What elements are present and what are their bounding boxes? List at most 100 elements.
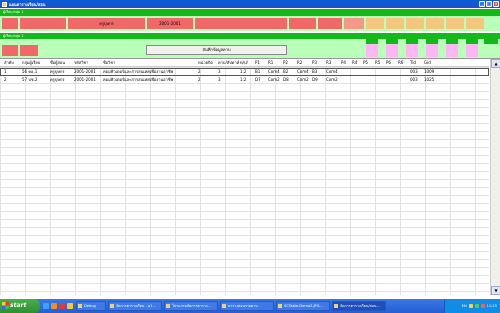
year-text: 2001-2001 bbox=[159, 21, 181, 26]
column-header[interactable]: R4 bbox=[352, 59, 357, 67]
table-cell: B2 bbox=[283, 69, 289, 74]
table-cell: D7 bbox=[255, 77, 261, 82]
teacher-cell[interactable]: ครูบุษกร bbox=[68, 18, 145, 29]
network-icon[interactable] bbox=[474, 304, 479, 308]
window-controls: _ □ x bbox=[479, 1, 499, 7]
slot-block[interactable] bbox=[426, 18, 444, 29]
security-icon[interactable] bbox=[480, 304, 485, 308]
table-row[interactable]: 2 57 บช.2 ครูบุษกร 2001-2001 คอมพิวเตอร์และส… bbox=[0, 76, 489, 84]
table-cell: 1:2 bbox=[240, 77, 247, 82]
task-label: จัดการตารางเรียน - p1... bbox=[116, 304, 156, 308]
column-header[interactable]: Tid bbox=[410, 59, 416, 67]
table-cell: Com2 bbox=[326, 77, 338, 82]
slot-block[interactable] bbox=[20, 18, 66, 29]
column-header[interactable]: P2 bbox=[283, 59, 288, 67]
slot-block[interactable] bbox=[466, 18, 484, 29]
table-cell: 1:2 bbox=[240, 69, 247, 74]
close-button[interactable]: x bbox=[493, 1, 499, 7]
column-header[interactable]: P6 bbox=[386, 59, 391, 67]
task-label: โปรแกรมจัดการตาราง... bbox=[172, 304, 211, 308]
taskbar-item-3[interactable]: โปรแกรมจัดการตาราง... bbox=[164, 301, 218, 311]
column-header[interactable]: ชื่อวิชา bbox=[103, 59, 115, 67]
slot-block[interactable] bbox=[406, 18, 424, 29]
status-square bbox=[446, 36, 458, 44]
save-period-button[interactable]: บันทึกข้อมูลคาบ bbox=[146, 45, 287, 55]
column-header[interactable]: R6 bbox=[398, 59, 403, 67]
table-cell: 2001-2001 bbox=[74, 69, 96, 74]
tray-icon[interactable] bbox=[468, 304, 473, 308]
vertical-scrollbar[interactable]: ▲ ▼ bbox=[490, 59, 500, 295]
slot-block[interactable] bbox=[386, 44, 398, 57]
table-cell: 2001-2001 bbox=[74, 77, 96, 82]
slot-block[interactable] bbox=[466, 44, 478, 57]
task-label: Debug bbox=[84, 304, 96, 308]
column-header[interactable]: P1 bbox=[255, 59, 260, 67]
firefox-icon[interactable] bbox=[51, 303, 57, 309]
start-label: start bbox=[10, 302, 27, 309]
window-title-bar[interactable]: แผนตารางเรียน/สอน _ □ x bbox=[0, 0, 500, 8]
taskbar-item-4[interactable]: ตารางสอนรายคาบ bbox=[220, 301, 274, 311]
taskbar-item-debug[interactable]: Debug bbox=[76, 301, 106, 311]
folder-icon[interactable] bbox=[67, 303, 73, 309]
slot-block[interactable] bbox=[386, 18, 404, 29]
table-cell: 1025 bbox=[424, 77, 435, 82]
column-header[interactable]: R2 bbox=[297, 59, 302, 67]
column-header[interactable]: P4 bbox=[341, 59, 346, 67]
grid-header: ลำดับ กลุ่มผู้เรียน ชื่อผู้สอน รหัสวิชา ชื่อ… bbox=[0, 59, 489, 67]
grid-lines bbox=[0, 67, 489, 295]
slot-block[interactable] bbox=[446, 44, 458, 57]
table-row[interactable]: 1 56 คอ.1 ครูบุษกร 2001-2001 คอมพิวเตอร์และส… bbox=[0, 68, 489, 76]
taskbar-item-2[interactable]: จัดการตารางเรียน - p1... bbox=[108, 301, 162, 311]
column-header[interactable]: R1 bbox=[268, 59, 273, 67]
maximize-button[interactable]: □ bbox=[486, 1, 492, 7]
column-header[interactable]: P3 bbox=[312, 59, 317, 67]
slot-block[interactable] bbox=[366, 44, 378, 57]
slot-block[interactable] bbox=[426, 44, 438, 57]
column-header[interactable]: กลุ่มผู้เรียน bbox=[22, 59, 40, 67]
window-icon bbox=[78, 304, 82, 308]
column-header[interactable]: ลำดับ bbox=[4, 59, 14, 67]
column-header[interactable]: R5 bbox=[375, 59, 380, 67]
browser-icon[interactable] bbox=[43, 303, 49, 309]
column-header[interactable]: R3 bbox=[326, 59, 331, 67]
teacher-name: ครูบุษกร bbox=[99, 21, 114, 26]
slot-block[interactable] bbox=[344, 18, 364, 29]
column-header[interactable]: หน่วยกิต bbox=[198, 59, 213, 67]
table-cell: 56 คอ.1 bbox=[22, 69, 38, 74]
task-label: จัดการตารางเรียน/สอน... bbox=[340, 304, 380, 308]
table-cell: ครูบุษกร bbox=[50, 77, 65, 82]
slot-block[interactable] bbox=[406, 44, 418, 57]
schedule-grid[interactable]: ลำดับ กลุ่มผู้เรียน ชื่อผู้สอน รหัสวิชา ชื่อ… bbox=[0, 58, 500, 295]
slot-block[interactable] bbox=[446, 18, 464, 29]
slot-block[interactable] bbox=[318, 18, 342, 29]
scroll-down-arrow-icon[interactable]: ▼ bbox=[491, 286, 500, 295]
status-square bbox=[386, 36, 398, 44]
table-cell: 3 bbox=[218, 69, 221, 74]
language-indicator[interactable]: EN bbox=[462, 304, 467, 308]
window-icon bbox=[334, 304, 338, 308]
table-cell: B1 bbox=[255, 69, 261, 74]
column-header[interactable]: ท/ป/ bbox=[240, 59, 248, 67]
slot-block[interactable] bbox=[2, 45, 18, 56]
scroll-up-arrow-icon[interactable]: ▲ bbox=[491, 59, 500, 68]
column-header[interactable]: Gid bbox=[424, 59, 431, 67]
slot-block[interactable] bbox=[20, 45, 38, 56]
slot-block[interactable] bbox=[195, 18, 287, 29]
slot-block[interactable] bbox=[289, 18, 316, 29]
column-header[interactable]: คาบ/สัปดาห์ bbox=[218, 59, 239, 67]
media-icon[interactable] bbox=[59, 303, 65, 309]
task-label: ตารางสอนรายคาบ bbox=[228, 304, 258, 308]
window-icon bbox=[278, 304, 282, 308]
taskbar-item-active[interactable]: จัดการตารางเรียน/สอน... bbox=[332, 301, 386, 311]
taskbar-item-5[interactable]: SCTable-Demo2.JPG... bbox=[276, 301, 330, 311]
column-header[interactable]: ชื่อผู้สอน bbox=[50, 59, 65, 67]
slot-block[interactable] bbox=[366, 18, 384, 29]
table-cell: 2 bbox=[4, 77, 7, 82]
column-header[interactable]: P5 bbox=[363, 59, 368, 67]
year-cell[interactable]: 2001-2001 bbox=[147, 18, 193, 29]
column-header[interactable]: รหัสวิชา bbox=[74, 59, 88, 67]
slot-block[interactable] bbox=[2, 18, 18, 29]
start-button[interactable]: start bbox=[0, 299, 40, 313]
minimize-button[interactable]: _ bbox=[479, 1, 485, 7]
status-square bbox=[406, 36, 418, 44]
